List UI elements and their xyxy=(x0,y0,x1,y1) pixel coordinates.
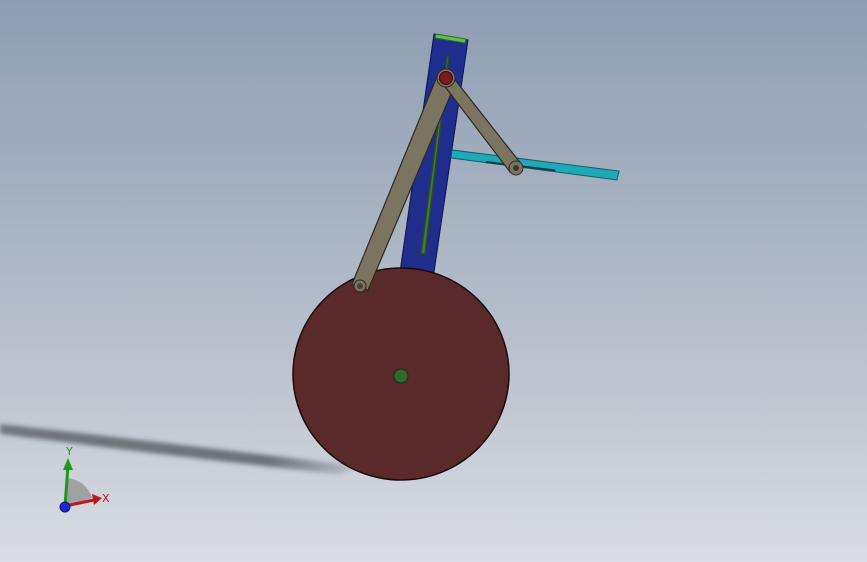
slider-rod[interactable] xyxy=(450,149,620,181)
coordinate-triad[interactable]: Y X xyxy=(40,440,130,530)
x-axis-arrow xyxy=(92,494,102,505)
wheel-hub xyxy=(393,368,409,384)
3d-viewport[interactable]: Y X xyxy=(0,0,867,562)
y-axis-arrow xyxy=(63,458,73,470)
x-axis-label: X xyxy=(102,492,110,505)
top-pin[interactable] xyxy=(436,68,456,88)
long-link-lower-pin xyxy=(357,283,363,289)
short-link-pin xyxy=(513,165,519,171)
crank-wheel[interactable] xyxy=(292,267,510,481)
mechanism-model[interactable] xyxy=(0,0,867,562)
z-axis-dot xyxy=(59,501,71,513)
y-axis-label: Y xyxy=(65,445,73,458)
